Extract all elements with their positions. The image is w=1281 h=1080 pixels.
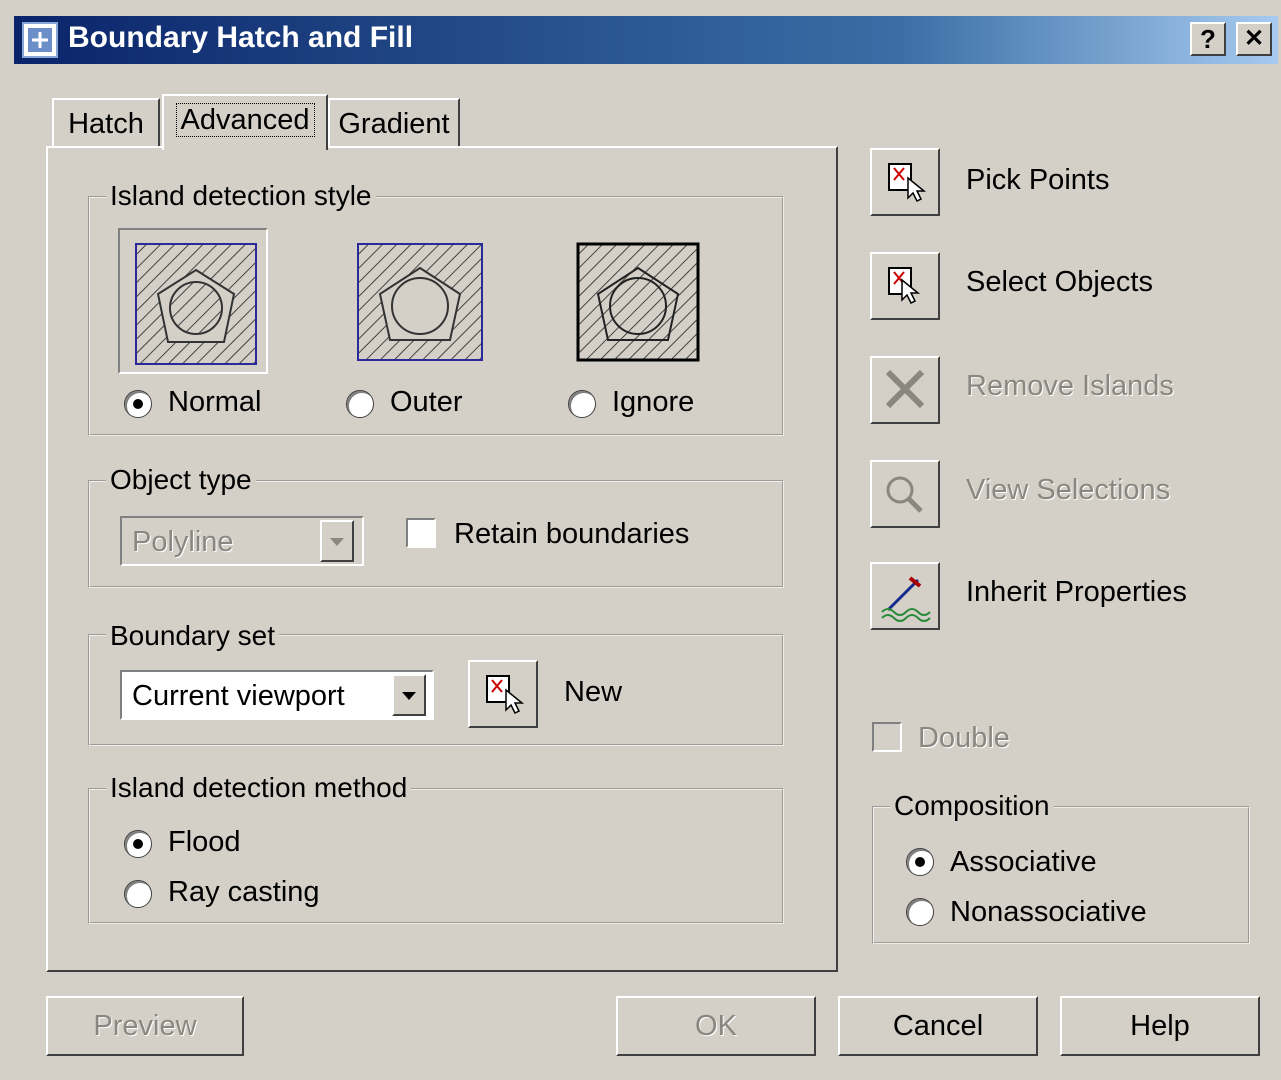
double-label[interactable]: Double — [918, 722, 1010, 755]
outer-radio[interactable] — [346, 390, 374, 418]
pick-points-icon — [486, 675, 525, 715]
boundary-set-value: Current viewport — [132, 680, 345, 712]
view-selections-label[interactable]: View Selections — [966, 474, 1170, 507]
inherit-properties-button[interactable] — [870, 562, 940, 630]
flood-label[interactable]: Flood — [168, 826, 241, 859]
pick-points-button[interactable] — [870, 148, 940, 216]
retain-boundaries-label[interactable]: Retain boundaries — [454, 518, 689, 551]
boundary-set-dropdown-button[interactable] — [392, 674, 426, 716]
normal-radio[interactable] — [124, 390, 152, 418]
ignore-radio[interactable] — [568, 390, 596, 418]
ray-casting-label[interactable]: Ray casting — [168, 876, 320, 909]
ok-button[interactable]: OK — [616, 996, 816, 1056]
new-label[interactable]: New — [564, 676, 622, 709]
remove-islands-button[interactable] — [870, 356, 940, 424]
retain-boundaries-checkbox[interactable] — [406, 518, 436, 548]
view-selections-icon — [886, 476, 923, 513]
outer-style-preview — [357, 243, 483, 361]
app-icon — [22, 22, 58, 58]
outer-label[interactable]: Outer — [390, 386, 463, 419]
ignore-style-preview — [576, 242, 700, 362]
double-checkbox[interactable] — [872, 722, 902, 752]
object-type-dropdown-button[interactable] — [320, 520, 354, 562]
chevron-down-icon — [330, 538, 344, 546]
window-title: Boundary Hatch and Fill — [68, 21, 414, 54]
ignore-label[interactable]: Ignore — [612, 386, 694, 419]
tab-advanced[interactable]: Advanced — [162, 94, 328, 150]
select-objects-button[interactable] — [870, 252, 940, 320]
chevron-down-icon — [402, 692, 416, 700]
associative-radio[interactable] — [906, 848, 934, 876]
tab-gradient[interactable]: Gradient — [328, 98, 460, 148]
cancel-button[interactable]: Cancel — [838, 996, 1038, 1056]
island-style-legend: Island detection style — [106, 180, 376, 212]
inherit-properties-icon — [881, 576, 931, 622]
boundary-set-legend: Boundary set — [106, 620, 279, 652]
nonassociative-label[interactable]: Nonassociative — [950, 896, 1147, 929]
island-method-legend: Island detection method — [106, 772, 412, 804]
normal-label[interactable]: Normal — [168, 386, 261, 419]
new-boundary-set-button[interactable] — [468, 660, 538, 728]
preview-button[interactable]: Preview — [46, 996, 244, 1056]
select-objects-label[interactable]: Select Objects — [966, 266, 1153, 299]
close-button[interactable]: ✕ — [1236, 22, 1272, 56]
flood-radio[interactable] — [124, 830, 152, 858]
nonassociative-radio[interactable] — [906, 898, 934, 926]
help-title-button[interactable]: ? — [1190, 22, 1226, 56]
pick-points-label[interactable]: Pick Points — [966, 164, 1109, 197]
inherit-properties-label[interactable]: Inherit Properties — [966, 576, 1187, 609]
remove-islands-label[interactable]: Remove Islands — [966, 370, 1174, 403]
associative-label[interactable]: Associative — [950, 846, 1097, 879]
select-objects-icon — [888, 267, 921, 305]
object-type-legend: Object type — [106, 464, 256, 496]
view-selections-button[interactable] — [870, 460, 940, 528]
remove-islands-icon — [885, 369, 925, 409]
tab-hatch[interactable]: Hatch — [52, 98, 160, 148]
object-type-value: Polyline — [132, 526, 234, 558]
ray-casting-radio[interactable] — [124, 880, 152, 908]
pick-points-icon — [888, 163, 927, 203]
normal-style-preview — [135, 243, 257, 365]
tab-advanced-label: Advanced — [175, 103, 315, 137]
help-button[interactable]: Help — [1060, 996, 1260, 1056]
composition-legend: Composition — [890, 790, 1054, 822]
